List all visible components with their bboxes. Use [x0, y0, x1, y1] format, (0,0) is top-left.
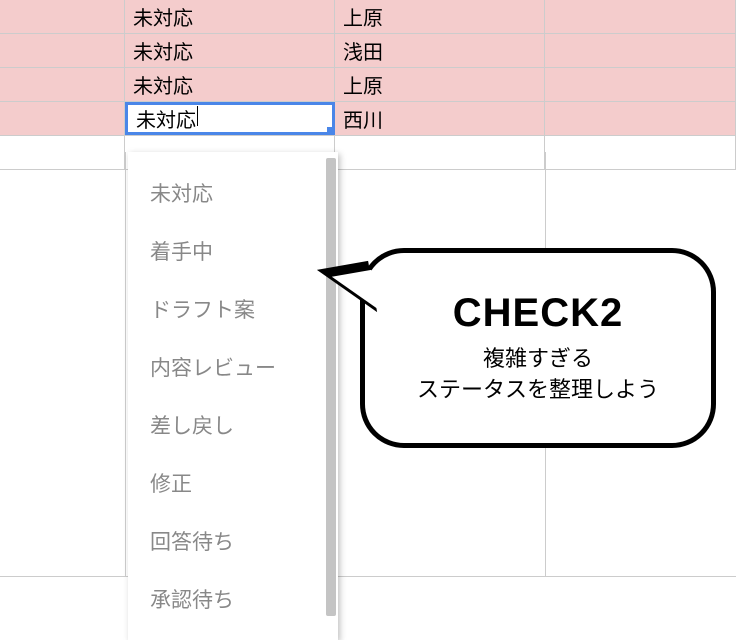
dropdown-option[interactable]: 承認待ち: [128, 570, 338, 628]
row-divider: [0, 576, 736, 577]
bubble-text: 複雑すぎる ステータスを整理しよう: [417, 344, 659, 406]
table-row: 未対応 浅田: [0, 34, 736, 68]
cell-empty[interactable]: [0, 34, 125, 67]
dropdown-option[interactable]: 回答待ち: [128, 512, 338, 570]
annotation-bubble: CHECK2 複雑すぎる ステータスを整理しよう: [360, 248, 716, 448]
dropdown-option[interactable]: 未対応: [128, 164, 338, 222]
dropdown-option[interactable]: 差し戻し: [128, 396, 338, 454]
dropdown-option[interactable]: 修正: [128, 454, 338, 512]
dropdown-option[interactable]: ドラフト案: [128, 280, 338, 338]
column-divider: [125, 152, 126, 577]
table-row-empty: [0, 136, 736, 170]
cell-empty[interactable]: [0, 68, 125, 101]
cell-empty[interactable]: [545, 0, 736, 33]
editing-text: 未対応: [136, 104, 196, 133]
cell-name[interactable]: 上原: [335, 0, 545, 33]
cell-status[interactable]: 未対応: [125, 68, 335, 101]
dropdown-option[interactable]: 着手中: [128, 222, 338, 280]
cell-empty[interactable]: [545, 68, 736, 101]
dropdown-option[interactable]: 内容レビュー: [128, 338, 338, 396]
cell-status-editing[interactable]: 未対応: [125, 102, 335, 135]
cell-empty[interactable]: [545, 102, 736, 135]
cell-name[interactable]: 上原: [335, 68, 545, 101]
cell-empty[interactable]: [0, 136, 125, 169]
table-row: 未対応 上原: [0, 68, 736, 102]
cell-name[interactable]: 浅田: [335, 34, 545, 67]
cell-empty[interactable]: [0, 102, 125, 135]
cell-status[interactable]: 未対応: [125, 34, 335, 67]
bubble-title: CHECK2: [453, 291, 623, 336]
table-row: 未対応 上原: [0, 0, 736, 34]
table-row: 未対応 西川: [0, 102, 736, 136]
cell-empty[interactable]: [0, 0, 125, 33]
cell-empty[interactable]: [545, 136, 736, 169]
cell-status[interactable]: 未対応: [125, 0, 335, 33]
cell-name[interactable]: 西川: [335, 102, 545, 135]
cell-empty[interactable]: [545, 34, 736, 67]
spreadsheet: 未対応 上原 未対応 浅田 未対応 上原 未対応 西川: [0, 0, 736, 170]
cell-empty[interactable]: [335, 136, 545, 169]
scrollbar[interactable]: [326, 158, 336, 616]
status-dropdown: 未対応 着手中 ドラフト案 内容レビュー 差し戻し 修正 回答待ち 承認待ち: [128, 152, 338, 640]
